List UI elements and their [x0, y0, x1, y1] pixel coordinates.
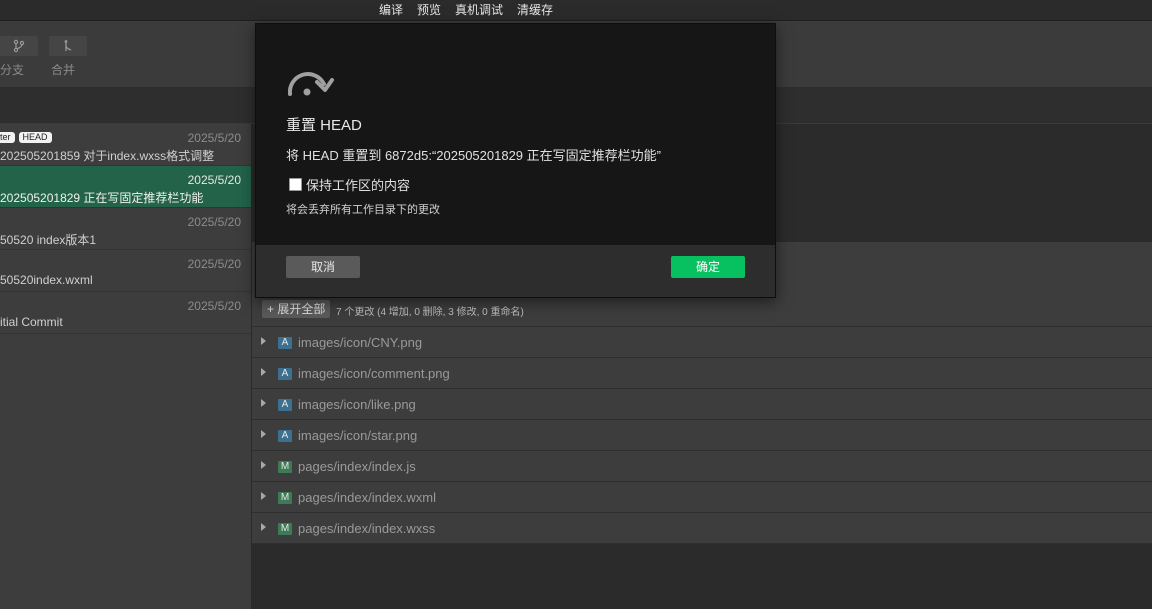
menu-compile[interactable]: 编译 [378, 1, 404, 18]
keep-workspace-checkbox[interactable] [289, 178, 302, 191]
changed-files-list: A images/icon/CNY.png A images/icon/comm… [252, 327, 1152, 544]
status-badge: M [278, 492, 292, 504]
commit-list: ter HEAD 2025/5/20 202505201859 对于index.… [0, 124, 251, 609]
commit-row[interactable]: 2025/5/20 itial Commit [0, 292, 251, 334]
branch-icon [13, 39, 25, 53]
status-badge: A [278, 368, 292, 380]
file-row[interactable]: M pages/index/index.wxss [252, 513, 1152, 544]
file-path: images/icon/comment.png [298, 366, 450, 381]
expand-arrow-icon[interactable] [261, 461, 266, 469]
dialog-title: 重置 HEAD [286, 117, 362, 134]
commit-message: 202505201859 对于index.wxss格式调整 [0, 149, 215, 163]
keep-workspace-label: 保持工作区的内容 [306, 178, 411, 193]
top-menu-bar: 编译 预览 真机调试 清缓存 [0, 0, 1152, 21]
expand-arrow-icon[interactable] [261, 337, 266, 345]
commit-tags: ter HEAD [0, 132, 52, 143]
dialog-footer: 取消 确定 [256, 245, 775, 297]
status-badge: A [278, 337, 292, 349]
diff-empty-area [252, 544, 1152, 609]
expand-all-button[interactable]: + 展开全部 [262, 300, 331, 318]
status-badge: M [278, 523, 292, 535]
file-row[interactable]: A images/icon/like.png [252, 389, 1152, 420]
merge-button[interactable] [49, 36, 87, 56]
branch-label: 分支 [0, 63, 25, 77]
confirm-button[interactable]: 确定 [671, 256, 745, 278]
file-row[interactable]: M pages/index/index.wxml [252, 482, 1152, 513]
commit-row-selected[interactable]: 2025/5/20 202505201829 正在写固定推荐栏功能 [0, 166, 251, 208]
changes-summary: 7 个更改 (4 增加, 0 删除, 3 修改, 0 重命名) [336, 307, 524, 318]
file-row[interactable]: M pages/index/index.js [252, 451, 1152, 482]
file-path: images/icon/CNY.png [298, 335, 423, 350]
reset-head-dialog: 重置 HEAD 将 HEAD 重置到 6872d5:“202505201829 … [255, 23, 776, 298]
commit-date: 2025/5/20 [187, 299, 241, 313]
commit-row[interactable]: ter HEAD 2025/5/20 202505201859 对于index.… [0, 124, 251, 166]
changes-header: + 展开全部 7 个更改 (4 增加, 0 删除, 3 修改, 0 重命名) [252, 296, 1152, 327]
file-row[interactable]: A images/icon/comment.png [252, 358, 1152, 389]
head-tag: HEAD [18, 132, 52, 143]
expand-arrow-icon[interactable] [261, 492, 266, 500]
file-path: pages/index/index.wxml [298, 490, 437, 505]
commit-message: 202505201829 正在写固定推荐栏功能 [0, 191, 204, 205]
commit-date: 2025/5/20 [187, 131, 241, 145]
expand-arrow-icon[interactable] [261, 430, 266, 438]
merge-label: 合并 [51, 63, 76, 77]
commit-row[interactable]: 2025/5/20 50520 index版本1 [0, 208, 251, 250]
commit-date: 2025/5/20 [187, 173, 241, 187]
file-row[interactable]: A images/icon/CNY.png [252, 327, 1152, 358]
cancel-button[interactable]: 取消 [286, 256, 360, 278]
keep-workspace-option[interactable]: 保持工作区的内容 [289, 175, 410, 194]
dialog-description: 将 HEAD 重置到 6872d5:“202505201829 正在写固定推荐栏… [286, 148, 661, 163]
commit-message: 50520 index版本1 [0, 233, 97, 247]
branch-button[interactable] [0, 36, 38, 56]
menu-preview[interactable]: 预览 [416, 1, 442, 18]
commit-row[interactable]: 2025/5/20 50520index.wxml [0, 250, 251, 292]
reset-arrow-icon [287, 72, 334, 96]
menu-device-debug[interactable]: 真机调试 [454, 1, 504, 18]
commit-message: itial Commit [0, 315, 63, 329]
status-badge: A [278, 430, 292, 442]
menu-clear-cache[interactable]: 清缓存 [516, 1, 554, 18]
dialog-warning: 将会丢弃所有工作目录下的更改 [286, 204, 440, 216]
expand-arrow-icon[interactable] [261, 368, 266, 376]
commit-date: 2025/5/20 [187, 215, 241, 229]
commit-message: 50520index.wxml [0, 273, 93, 287]
status-badge: M [278, 461, 292, 473]
merge-icon [64, 40, 72, 51]
branch-tag: ter [0, 132, 15, 143]
file-path: pages/index/index.wxss [298, 521, 436, 536]
top-menu: 编译 预览 真机调试 清缓存 [378, 1, 554, 18]
file-row[interactable]: A images/icon/star.png [252, 420, 1152, 451]
file-path: images/icon/like.png [298, 397, 416, 412]
commit-date: 2025/5/20 [187, 257, 241, 271]
status-badge: A [278, 399, 292, 411]
expand-arrow-icon[interactable] [261, 523, 266, 531]
expand-arrow-icon[interactable] [261, 399, 266, 407]
file-path: images/icon/star.png [298, 428, 418, 443]
file-path: pages/index/index.js [298, 459, 416, 474]
